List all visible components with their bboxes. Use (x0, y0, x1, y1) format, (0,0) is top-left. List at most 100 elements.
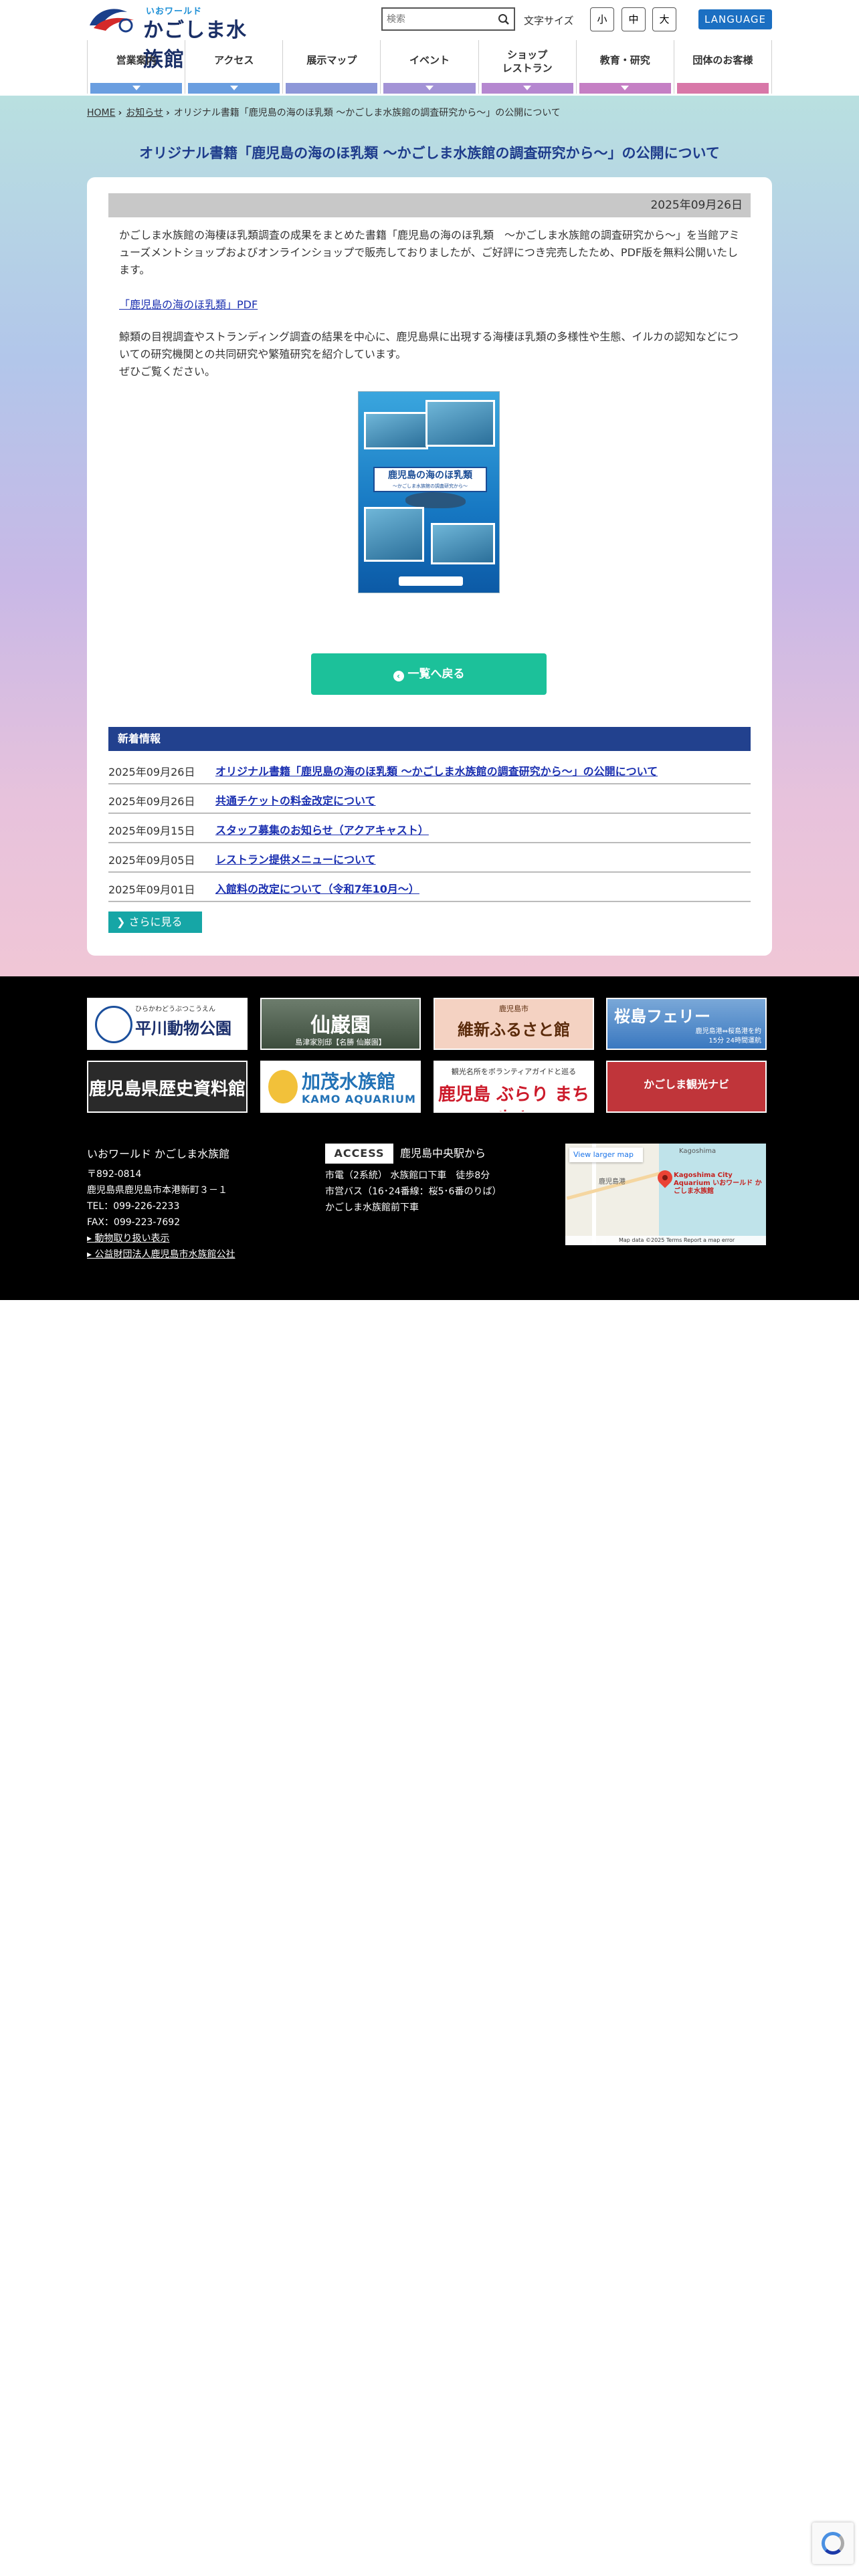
fontsize-small-button[interactable]: 小 (590, 7, 614, 31)
search-input[interactable] (383, 9, 490, 29)
site-footer: ひらかわどうぶつこうえん 平川動物公園 仙巌園 島津家別邸【名勝 仙巌園】 鹿児… (0, 976, 859, 1300)
more-news-button[interactable]: ❯ さらに見る (108, 911, 202, 933)
news-title-link[interactable]: オリジナル書籍「鹿児島の海のほ乳類 〜かごしま水族館の調査研究から〜」の公開につ… (215, 762, 658, 778)
footer-postal: 〒892-0814 (87, 1169, 142, 1180)
book-cover-image: 鹿児島の海のほ乳類 〜かごしま水族館の調査研究から〜 (358, 391, 500, 593)
recaptcha-icon (822, 2532, 844, 2555)
view-larger-map-link[interactable]: View larger map (569, 1148, 643, 1162)
zoo-logo-icon (95, 1006, 132, 1043)
breadcrumb: HOME › お知らせ › オリジナル書籍「鹿児島の海のほ乳類 〜かごしま水族館の調査研… (87, 106, 561, 119)
nav-label: 教育・研究 (599, 54, 650, 66)
nav-access[interactable]: アクセス (185, 40, 282, 94)
book-title: 鹿児島の海のほ乳類 (388, 470, 472, 481)
banner-kamo-aquarium[interactable]: 加茂水族館 KAMO AQUARIUM (260, 1061, 421, 1113)
banner-kagoshima-kanko-navi[interactable]: かごしま観光ナビ (606, 1061, 767, 1113)
news-date: 2025年09月05日 (108, 854, 195, 867)
global-nav: 営業案内 アクセス 展示マップ イベント ショップ レストラン 教育・研究 団体の… (87, 40, 772, 94)
article-date: 2025年09月26日 (108, 193, 751, 217)
banner-ishin-furusato-kan[interactable]: 鹿児島市 維新ふるさと館 (434, 998, 594, 1050)
access-label: ACCESS (325, 1144, 393, 1164)
book-subtitle: 〜かごしま水族館の調査研究から〜 (393, 484, 468, 489)
news-title-link[interactable]: 共通チケットの料金改定について (215, 792, 376, 808)
language-button[interactable]: LANGUAGE (698, 9, 772, 29)
banner-subtitle: 観光名所をボランティアガイドと巡る (451, 1067, 577, 1076)
fontsize-medium-button[interactable]: 中 (622, 7, 646, 31)
banner-history-museum[interactable]: 鹿児島県歴史資料館 (87, 1061, 248, 1113)
nav-education-research[interactable]: 教育・研究 (575, 40, 674, 94)
nav-group-visitors[interactable]: 団体のお客様 (673, 40, 772, 94)
banner-title: かごしま観光ナビ (643, 1078, 729, 1091)
site-logo[interactable]: いおワールド かごしま水族館 (87, 4, 261, 72)
banner-sakurajima-ferry[interactable]: 桜島フェリー 鹿児島港⇔桜島港を約15分 24時間運航 (606, 998, 767, 1050)
article-card: 2025年09月26日 かごしま水族館の海棲ほ乳類調査の成果をまとめた書籍「鹿児… (87, 177, 772, 956)
map-attribution: Map data ©2025 Terms Report a map error (565, 1236, 766, 1245)
breadcrumb-current: オリジナル書籍「鹿児島の海のほ乳類 〜かごしま水族館の調査研究から〜」の公開につ… (173, 108, 561, 118)
nav-exhibit-map[interactable]: 展示マップ (282, 40, 380, 94)
nav-color-bar (90, 83, 183, 94)
fontsize-large-button[interactable]: 大 (652, 7, 676, 31)
breadcrumb-home-link[interactable]: HOME (87, 108, 115, 118)
nav-label: 団体のお客様 (692, 54, 753, 66)
nav-business-info[interactable]: 営業案内 (87, 40, 185, 94)
news-date: 2025年09月01日 (108, 883, 195, 896)
search-box (381, 7, 515, 31)
map-label: 鹿児島港 (599, 1178, 626, 1186)
more-news-label: さらに見る (128, 916, 183, 928)
nav-events[interactable]: イベント (380, 40, 478, 94)
news-title-link[interactable]: スタッフ募集のお知らせ（アクアキャスト） (215, 821, 429, 837)
embedded-map[interactable]: View larger map 鹿児島港 Kagoshima Kagoshima… (565, 1144, 766, 1245)
article-paragraph: 鯨類の目視調査やストランディング調査の結果を中心に、鹿児島県に出現する海棲ほ乳類… (119, 330, 739, 378)
banner-title: 平川動物公園 (135, 1019, 231, 1038)
banner-title: 仙巌園 (310, 1014, 371, 1037)
breadcrumb-news-link[interactable]: お知らせ (126, 108, 163, 118)
news-date: 2025年09月26日 (108, 766, 195, 778)
footer-address: 鹿児島県鹿児島市本港新町３－１ (87, 1185, 227, 1196)
banner-title: 維新ふるさと館 (458, 1020, 570, 1039)
news-heading: 新着情報 (108, 727, 751, 751)
chevron-right-icon: › (118, 108, 122, 118)
footer-foundation-link[interactable]: 公益財団法人鹿児島市水族館公社 (87, 1247, 235, 1263)
news-title-link[interactable]: レストラン提供メニューについて (215, 851, 376, 867)
cover-logo (399, 576, 463, 586)
nav-color-bar (676, 83, 769, 94)
article-paragraph: かごしま水族館の海棲ほ乳類調査の成果をまとめた書籍「鹿児島の海のほ乳類 〜かごし… (119, 229, 740, 276)
banner-hirakawa-zoo[interactable]: ひらかわどうぶつこうえん 平川動物公園 (87, 998, 248, 1050)
banner-burari-machiaruki[interactable]: 観光名所をボランティアガイドと巡る 鹿児島 ぶらり まち歩き (434, 1061, 594, 1113)
banner-title: 加茂水族館 (302, 1071, 396, 1093)
nav-label: アクセス (214, 54, 254, 66)
pdf-link[interactable]: 「鹿児島の海のほ乳類」PDF (119, 298, 258, 311)
banner-subtitle: KAMO AQUARIUM (302, 1093, 416, 1105)
chevron-down-icon (425, 86, 434, 90)
search-icon[interactable] (498, 13, 510, 25)
logo-wave-icon (90, 9, 134, 33)
banner-subtitle: 島津家別邸【名勝 仙巌園】 (295, 1038, 386, 1047)
nav-label: ショップ レストラン (502, 49, 553, 74)
circle-chevron-left-icon: ‹ (393, 671, 404, 681)
nav-color-bar (579, 83, 671, 94)
recaptcha-badge[interactable] (812, 2523, 854, 2564)
nav-color-bar (383, 83, 476, 94)
access-route: かごしま水族館前下車 (325, 1202, 419, 1213)
footer-tel: TEL：099-226-2233 (87, 1201, 180, 1212)
news-title-link[interactable]: 入館料の改定について（令和7年10月〜） (215, 880, 419, 896)
fontsize-label: 文字サイズ (524, 15, 574, 27)
chevron-down-icon (132, 86, 140, 90)
access-route: 市営バス（16･24番線：桜5･6番のりば） (325, 1186, 502, 1197)
back-to-list-button[interactable]: ‹ 一覧へ戻る (311, 653, 547, 695)
site-header: いおワールド かごしま水族館 文字サイズ 小 中 大 LANGUAGE 営業案内… (0, 0, 859, 96)
footer-animal-handling-link[interactable]: 動物取り扱い表示 (87, 1230, 235, 1247)
banner-senganen[interactable]: 仙巌園 島津家別邸【名勝 仙巌園】 (260, 998, 421, 1050)
nav-shop-restaurant[interactable]: ショップ レストラン (478, 40, 576, 94)
banner-subtitle: 鹿児島港⇔桜島港を約15分 24時間運航 (695, 1028, 761, 1045)
cover-photo (425, 400, 495, 447)
nav-color-bar (286, 83, 378, 94)
nav-label: 展示マップ (306, 54, 357, 66)
banner-subtitle: ひらかわどうぶつこうえん (135, 1006, 215, 1013)
access-from: 鹿児島中央駅から (400, 1147, 486, 1160)
footer-org-name: いおワールド かごしま水族館 (87, 1148, 230, 1160)
news-item: 2025年09月26日 オリジナル書籍「鹿児島の海のほ乳類 〜かごしま水族館の調… (108, 755, 751, 784)
news-item: 2025年09月15日 スタッフ募集のお知らせ（アクアキャスト） (108, 814, 751, 843)
cover-photo (364, 412, 428, 449)
chevron-down-icon (229, 86, 238, 90)
cover-photo (431, 523, 495, 564)
